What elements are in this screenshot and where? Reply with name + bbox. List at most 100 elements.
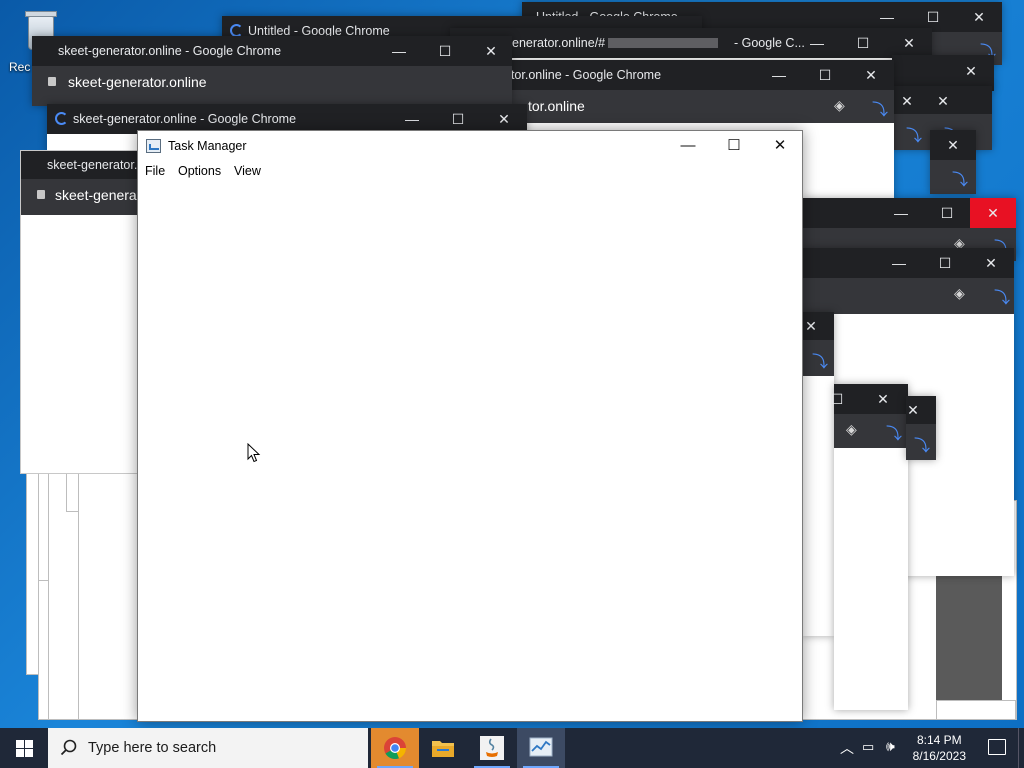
address-url[interactable]: skeet-generat (55, 187, 141, 203)
task-manager-icon (529, 737, 553, 757)
privacy-icon[interactable]: ◈ (846, 421, 857, 438)
start-button[interactable] (0, 728, 48, 768)
stacked-window-shadow (936, 572, 1002, 706)
address-bar[interactable]: skeet-generat (21, 179, 141, 215)
address-bar[interactable]: ⤵ (930, 160, 976, 194)
minimize-button[interactable]: — (794, 28, 840, 58)
maximize-button[interactable]: ☐ (711, 131, 757, 162)
close-button[interactable]: ✕ (920, 86, 966, 116)
taskbar-app-java[interactable] (468, 728, 516, 768)
maximize-button[interactable]: ☐ (840, 28, 886, 58)
address-url[interactable]: tor.online (528, 98, 585, 114)
task-manager-content (138, 182, 802, 721)
maximize-button[interactable]: ☐ (922, 248, 968, 278)
clock-date: 8/16/2023 (912, 749, 966, 763)
task-manager-icon (146, 139, 161, 153)
minimize-button[interactable]: — (878, 198, 924, 228)
minimize-button[interactable]: — (376, 36, 422, 66)
volume-icon[interactable]: 🕪 (886, 738, 895, 755)
close-button[interactable]: ✕ (890, 396, 936, 424)
system-tray: ︿ ▭ 🕪 (836, 728, 916, 768)
search-icon (60, 739, 77, 756)
menu-view[interactable]: View (234, 164, 261, 178)
address-bar[interactable]: ⤵ (802, 340, 834, 376)
close-button[interactable]: ✕ (956, 2, 1002, 32)
close-button[interactable]: ✕ (970, 198, 1016, 228)
close-button[interactable]: ✕ (886, 28, 932, 58)
privacy-icon[interactable]: ◈ (954, 285, 965, 302)
extension-icon[interactable]: ⤵ (812, 348, 828, 372)
window-title: enerator.online/# (512, 36, 606, 50)
network-icon[interactable]: ▭ (862, 739, 874, 755)
extension-icon[interactable]: ⤵ (914, 432, 930, 456)
window-title: Task Manager (168, 139, 247, 153)
extension-icon[interactable]: ⤵ (906, 122, 922, 146)
address-bar[interactable]: ⤵ (906, 424, 936, 460)
taskbar-app-task-manager[interactable] (517, 728, 565, 768)
recycle-bin-label: Rec (9, 60, 31, 74)
menu-options[interactable]: Options (178, 164, 221, 178)
lock-icon (37, 190, 45, 199)
notifications-icon[interactable] (988, 739, 1006, 755)
maximize-button[interactable]: ☐ (422, 36, 468, 66)
address-bar[interactable]: ◈ ⤵ (802, 278, 1014, 314)
chrome-titlebar[interactable]: ✕ (906, 396, 936, 424)
chrome-titlebar[interactable]: enerator.online/# - Google C... — ☐ ✕ (450, 28, 932, 58)
menu-bar: File Options View (138, 162, 802, 182)
minimize-button[interactable]: — (756, 60, 802, 90)
loading-spinner-icon (55, 112, 68, 125)
taskbar-app-file-explorer[interactable] (419, 728, 467, 768)
maximize-button[interactable]: ☐ (814, 384, 860, 414)
close-button[interactable]: ✕ (757, 131, 803, 162)
close-button[interactable]: ✕ (930, 130, 976, 160)
task-manager-titlebar[interactable]: Task Manager — ☐ ✕ (138, 131, 802, 162)
address-bar[interactable]: skeet-generator.online (32, 66, 512, 106)
windows-logo-icon (16, 740, 33, 757)
close-button[interactable]: ✕ (468, 36, 514, 66)
extension-icon[interactable]: ⤵ (994, 284, 1010, 308)
chrome-titlebar[interactable]: — ☐ ✕ (802, 248, 1014, 278)
show-desktop-button[interactable] (1018, 728, 1024, 768)
chrome-window[interactable]: ☐ ✕ ◈ ⤵ (831, 384, 908, 710)
extension-icon[interactable]: ⤵ (952, 166, 968, 190)
chevron-up-icon[interactable]: ︿ (840, 738, 854, 758)
desktop: Rec Untitled - Google Chrome — ☐ ✕ ⤵ Unt… (0, 0, 1024, 728)
taskbar-search-box[interactable]: Type here to search (48, 728, 368, 768)
chrome-titlebar[interactable]: ✕ (802, 312, 834, 340)
java-icon (480, 736, 504, 760)
clock[interactable]: 8:14 PM 8/16/2023 (913, 732, 966, 764)
taskbar: Type here to search ︿ ▭ 🕪 8:14 PM 8/16/2… (0, 728, 1024, 768)
window-title: skeet-generator.online - Google Chrome (73, 112, 297, 126)
window-title: skeet-generator.c (47, 158, 144, 172)
window-title: skeet-generator.online - Google Chrome (58, 44, 282, 58)
chrome-icon (384, 737, 407, 760)
task-manager-window[interactable]: Task Manager — ☐ ✕ File Options View (137, 130, 803, 722)
minimize-button[interactable]: — (876, 248, 922, 278)
chrome-titlebar[interactable]: skeet-generator.c (21, 151, 144, 179)
maximize-button[interactable]: ☐ (924, 198, 970, 228)
chrome-window[interactable]: ✕ ⤵ (906, 396, 936, 460)
chrome-titlebar[interactable]: ✕ ✕ (892, 86, 992, 114)
chrome-window[interactable]: skeet-generator.c skeet-generat (20, 150, 144, 474)
lock-icon (48, 77, 56, 86)
stacked-window[interactable] (936, 700, 1016, 720)
extension-icon[interactable]: ⤵ (872, 96, 888, 120)
privacy-icon[interactable]: ◈ (834, 97, 845, 114)
close-button[interactable]: ✕ (848, 60, 894, 90)
close-button[interactable]: ✕ (968, 248, 1014, 278)
chrome-titlebar[interactable]: skeet-generator.online - Google Chrome —… (32, 36, 512, 66)
redacted-block (608, 38, 718, 48)
minimize-button[interactable]: — (665, 131, 711, 162)
maximize-button[interactable]: ☐ (802, 60, 848, 90)
chrome-titlebar[interactable]: ✕ (930, 130, 976, 160)
clock-time: 8:14 PM (916, 733, 962, 747)
chrome-window[interactable]: skeet-generator.online - Google Chrome —… (32, 36, 512, 106)
search-placeholder: Type here to search (88, 740, 217, 756)
menu-file[interactable]: File (145, 164, 165, 178)
address-url[interactable]: skeet-generator.online (68, 74, 207, 90)
chrome-titlebar[interactable]: — ☐ ✕ (802, 198, 1016, 228)
file-explorer-icon (432, 741, 454, 757)
chrome-window[interactable]: ✕ ⤵ (930, 130, 976, 194)
chrome-window[interactable]: ✕ ⤵ (802, 312, 834, 636)
taskbar-app-chrome[interactable] (371, 728, 419, 768)
